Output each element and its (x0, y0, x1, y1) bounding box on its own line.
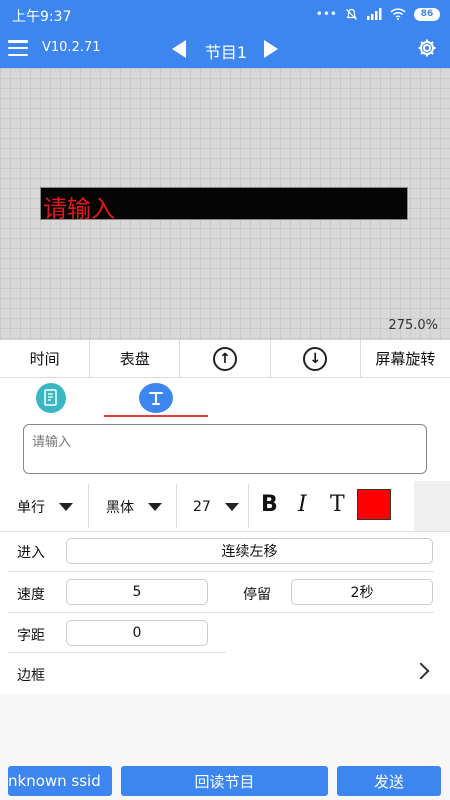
tab-document[interactable] (36, 383, 66, 413)
font-size-value: 27 (193, 499, 211, 515)
divider (8, 652, 226, 653)
divider (8, 612, 434, 613)
speed-field[interactable]: 5 (66, 579, 208, 605)
text-style-button[interactable]: T (330, 492, 345, 517)
zoom-level: 275.0% (388, 318, 438, 333)
side-panel (414, 481, 450, 531)
border-label[interactable]: 边框 (17, 665, 45, 685)
divider (8, 571, 434, 572)
screen-rotate-button[interactable]: 屏幕旋转 (361, 340, 450, 377)
text-color-swatch[interactable] (357, 489, 391, 520)
speed-label: 速度 (17, 587, 45, 603)
stay-field[interactable]: 2秒 (291, 579, 433, 605)
font-value: 黑体 (106, 500, 134, 516)
notification-dots: ••• (315, 7, 337, 21)
stay-label: 停留 (243, 587, 271, 603)
read-program-button[interactable]: 回读节目 (121, 766, 328, 796)
ssid-button[interactable]: nknown ssid (8, 766, 112, 796)
spacing-label: 字距 (17, 628, 45, 644)
status-icons: ••• 86 (316, 6, 440, 22)
text-content-input[interactable] (23, 424, 427, 474)
font-dropdown[interactable]: 黑体 (106, 484, 162, 530)
program-title: 节目1 (204, 43, 248, 62)
next-program-icon[interactable] (264, 40, 278, 58)
move-up-button[interactable]: ↑ (180, 340, 271, 377)
italic-button[interactable]: I (298, 492, 307, 517)
wifi-icon (390, 8, 406, 20)
toolbar: 时间 表盘 ↑ ↓ 屏幕旋转 (0, 340, 450, 378)
hamburger-icon[interactable] (8, 40, 28, 56)
divider (248, 484, 249, 528)
spacing-field[interactable]: 0 (66, 620, 208, 646)
dial-button[interactable]: 表盘 (90, 340, 181, 377)
mute-icon (346, 8, 357, 20)
text-icon (149, 392, 163, 405)
send-button[interactable]: 发送 (337, 766, 441, 796)
enter-label: 进入 (17, 545, 45, 561)
signal-icon (367, 8, 382, 20)
prev-program-icon[interactable] (172, 40, 186, 58)
gear-icon[interactable] (417, 38, 437, 58)
enter-effect-select[interactable]: 连续左移 (66, 538, 433, 564)
arrow-up-icon: ↑ (213, 346, 237, 371)
move-down-button[interactable]: ↓ (271, 340, 361, 377)
bold-button[interactable]: B (261, 492, 278, 517)
active-tab-indicator (104, 415, 208, 417)
font-size-dropdown[interactable]: 27 (193, 484, 239, 530)
caret-down-icon (224, 503, 239, 511)
divider (88, 484, 89, 528)
tab-text[interactable] (139, 383, 173, 413)
time-button[interactable]: 时间 (0, 340, 91, 377)
caret-down-icon (59, 503, 73, 511)
line-mode-value: 单行 (17, 500, 45, 516)
divider (0, 531, 450, 532)
battery-icon: 86 (414, 7, 440, 21)
app-version: V10.2.71 (42, 40, 101, 55)
tab-bar (0, 378, 450, 418)
divider (176, 484, 177, 528)
document-icon (44, 389, 57, 406)
led-text: 请输入 (43, 195, 115, 223)
caret-down-icon (148, 503, 162, 511)
arrow-down-icon: ↓ (303, 346, 328, 371)
status-time: 上午9:37 (12, 9, 72, 25)
line-mode-dropdown[interactable]: 单行 (17, 484, 73, 530)
